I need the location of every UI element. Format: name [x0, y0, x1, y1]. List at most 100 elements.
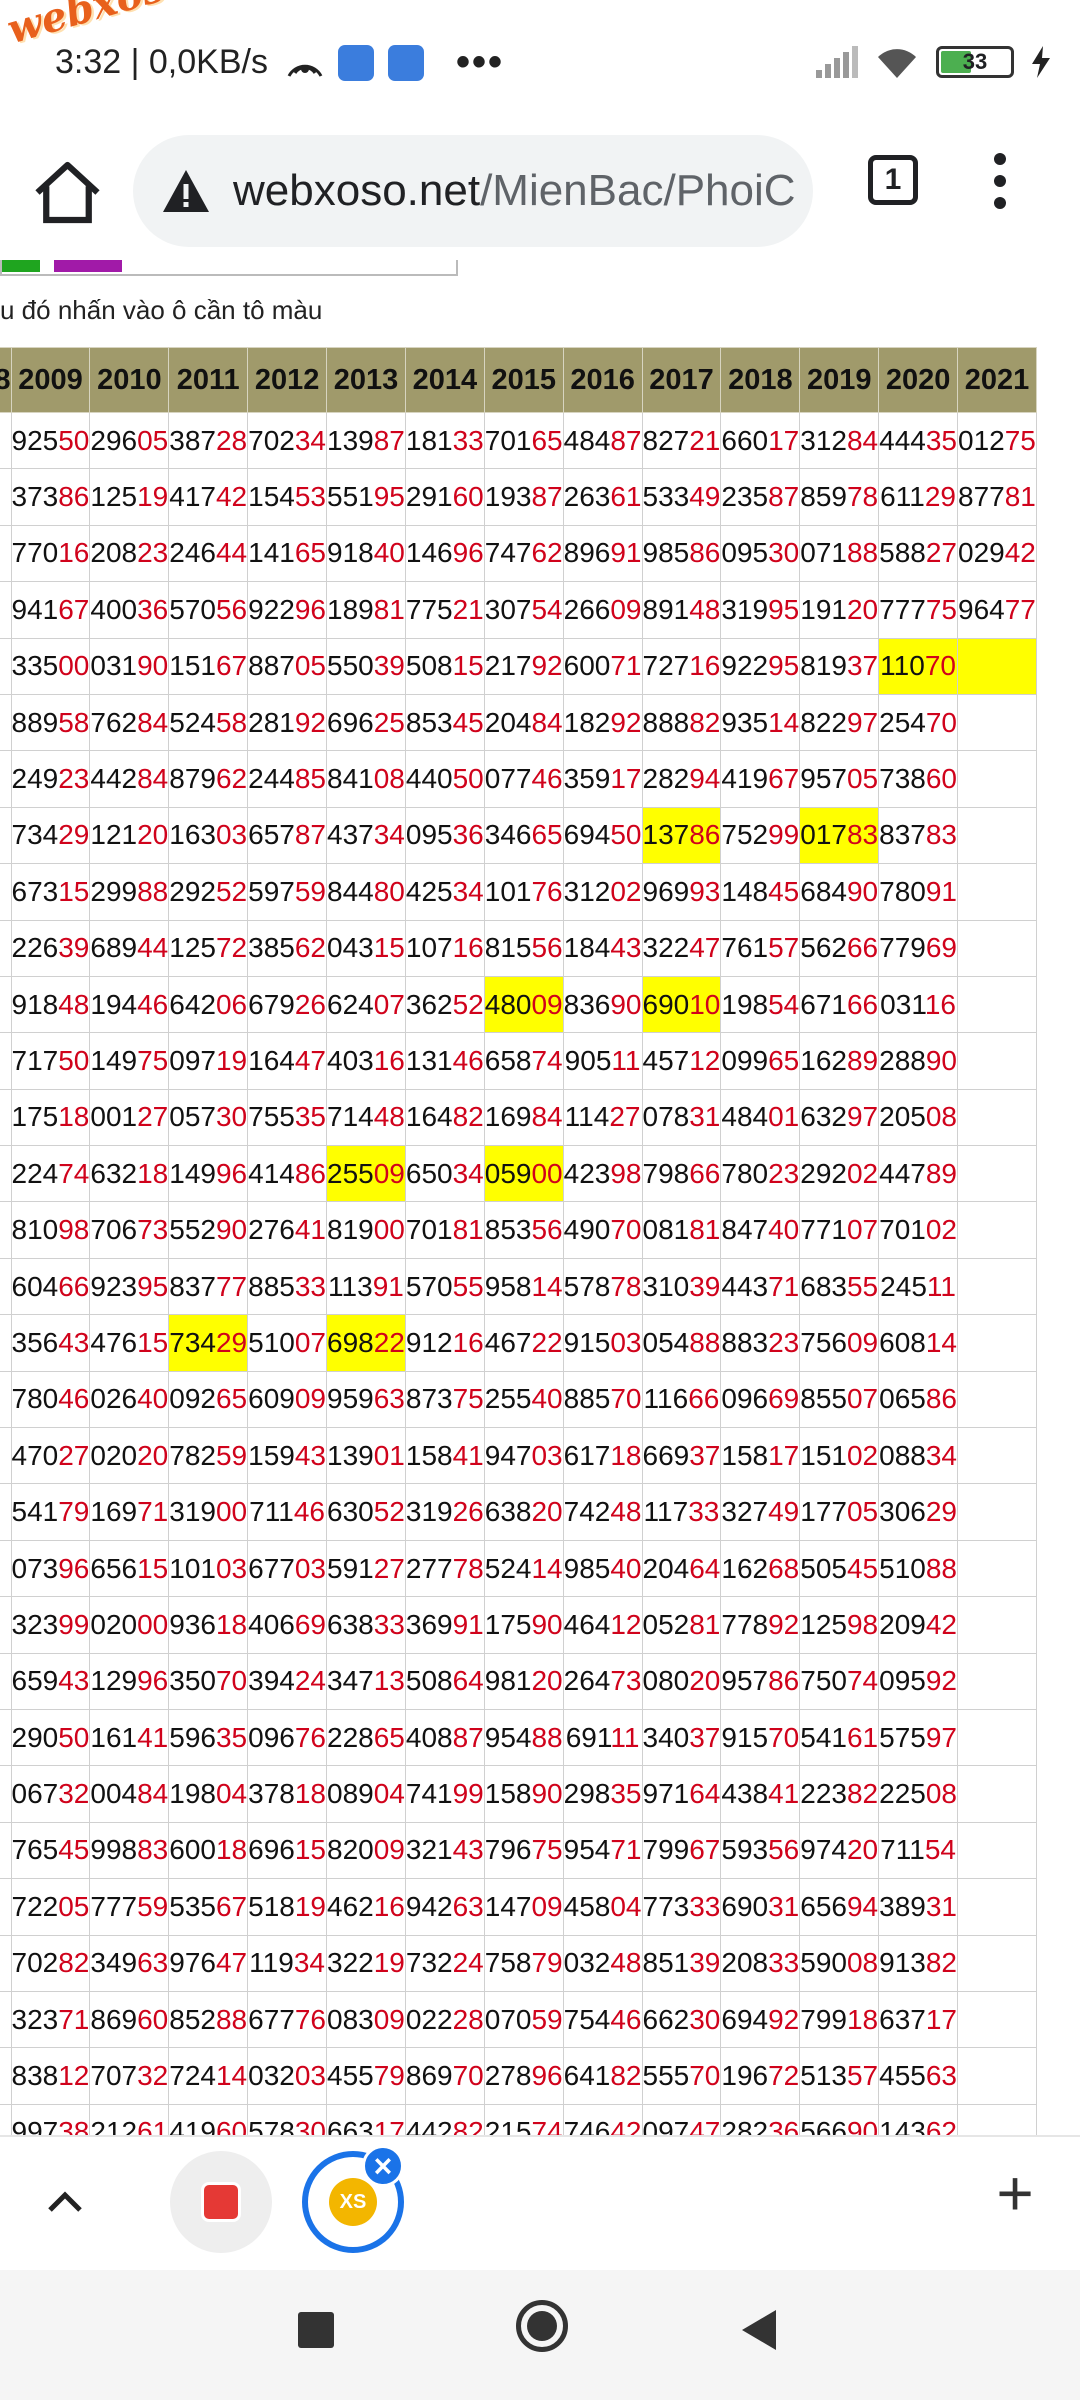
result-cell[interactable]: 59759 [247, 863, 328, 921]
result-cell[interactable]: 63052 [326, 1483, 406, 1541]
result-cell[interactable]: 98120 [483, 1652, 564, 1710]
result-cell[interactable]: 76157 [720, 919, 801, 977]
result-cell[interactable]: 82721 [641, 411, 722, 470]
result-cell[interactable]: 95786 [720, 1652, 801, 1710]
result-cell[interactable]: 12598 [799, 1596, 880, 1654]
result-cell[interactable]: 42534 [404, 863, 485, 921]
result-cell[interactable]: 57878 [562, 1257, 643, 1316]
result-cell[interactable]: 63 [0, 1596, 12, 1654]
result-cell[interactable]: 83783 [878, 806, 959, 865]
result-cell[interactable]: 15102 [799, 1427, 880, 1485]
result-cell[interactable]: 23587 [720, 468, 801, 526]
result-cell[interactable]: 16971 [89, 1483, 170, 1541]
result-cell[interactable] [957, 1821, 1037, 1880]
result-cell[interactable]: 14975 [89, 1032, 170, 1090]
result-cell[interactable]: 13 [0, 637, 12, 695]
result-cell[interactable]: 54179 [10, 1483, 91, 1541]
result-cell[interactable]: 48401 [720, 1088, 801, 1147]
result-cell[interactable]: 17518 [10, 1088, 91, 1147]
result-cell[interactable]: 13146 [404, 1032, 485, 1090]
result-cell[interactable]: 51007 [247, 1314, 328, 1372]
result-cell[interactable]: 87375 [404, 1370, 485, 1429]
result-cell[interactable]: 05730 [168, 1088, 249, 1147]
result-cell[interactable]: 07746 [483, 750, 564, 808]
result-cell[interactable]: 53567 [168, 1878, 249, 1936]
result-cell[interactable]: 29835 [562, 1765, 643, 1823]
address-bar[interactable]: webxoso.net/MienBac/PhoiC [133, 135, 813, 247]
result-cell[interactable]: 47 [0, 1088, 12, 1147]
result-cell[interactable]: 77107 [799, 1201, 880, 1259]
result-cell[interactable]: 26609 [562, 581, 643, 639]
result-cell[interactable]: 14165 [247, 524, 328, 583]
result-cell[interactable]: 78091 [878, 863, 959, 921]
result-cell[interactable]: 25509 [326, 1145, 406, 1203]
result-cell[interactable]: 32247 [641, 919, 722, 977]
result-cell[interactable]: 50864 [404, 1652, 485, 1710]
legend-swatch-green[interactable] [2, 260, 40, 272]
result-cell[interactable]: 91216 [404, 1314, 485, 1372]
result-cell[interactable]: 58 [0, 2103, 12, 2135]
result-cell[interactable]: 93618 [168, 1596, 249, 1654]
result-cell[interactable]: 68355 [799, 1257, 880, 1316]
result-cell[interactable]: 07188 [799, 524, 880, 583]
result-cell[interactable]: 60466 [10, 1257, 91, 1316]
result-cell[interactable]: 44371 [720, 1257, 801, 1316]
result-cell[interactable]: 29605 [89, 411, 170, 470]
result-cell[interactable]: 77759 [89, 1878, 170, 1936]
result-cell[interactable]: 45579 [326, 2047, 406, 2105]
result-cell[interactable]: 12 [0, 1934, 12, 1992]
result-cell[interactable]: 03116 [878, 975, 959, 1034]
result-cell[interactable]: 63717 [878, 1990, 959, 2049]
home-nav-icon[interactable] [516, 2300, 568, 2352]
result-cell[interactable]: 60814 [878, 1314, 959, 1372]
result-cell[interactable]: 32219 [326, 1934, 406, 1992]
result-cell[interactable]: 82009 [326, 1821, 406, 1880]
result-cell[interactable]: 73860 [878, 750, 959, 808]
result-cell[interactable]: 77892 [720, 1596, 801, 1654]
result-cell[interactable]: 61718 [562, 1427, 643, 1485]
result-cell[interactable]: 88882 [641, 693, 722, 752]
result-cell[interactable]: 44435 [878, 411, 959, 470]
result-cell[interactable]: 24511 [878, 1257, 959, 1316]
result-cell[interactable]: 90511 [562, 1032, 643, 1090]
result-cell[interactable]: 02020 [89, 1427, 170, 1485]
result-cell[interactable]: 83690 [562, 975, 643, 1034]
result-cell[interactable]: 68944 [89, 919, 170, 977]
result-cell[interactable]: 92295 [720, 637, 801, 695]
result-cell[interactable]: 28890 [878, 1032, 959, 1090]
result-cell[interactable]: 72 [0, 2047, 12, 2105]
result-cell[interactable]: 41967 [720, 750, 801, 808]
result-cell[interactable]: 75074 [799, 1652, 880, 1710]
result-cell[interactable]: 34 [0, 1878, 12, 1936]
result-cell[interactable]: 74642 [562, 2103, 643, 2135]
result-cell[interactable]: 69822 [326, 1314, 406, 1372]
result-cell[interactable]: 95963 [326, 1370, 406, 1429]
result-cell[interactable]: 41960 [168, 2103, 249, 2135]
result-cell[interactable]: 31284 [799, 411, 880, 470]
result-cell[interactable]: 83777 [168, 1257, 249, 1316]
home-icon[interactable] [30, 155, 105, 230]
result-cell[interactable]: 09719 [168, 1032, 249, 1090]
result-cell[interactable]: 36252 [404, 975, 485, 1034]
result-cell[interactable] [957, 1427, 1037, 1485]
result-cell[interactable]: 71154 [878, 1821, 959, 1880]
result-cell[interactable]: 16 [0, 468, 12, 526]
result-cell[interactable]: 83812 [10, 2047, 91, 2105]
result-cell[interactable]: 57056 [168, 581, 249, 639]
result-cell[interactable] [957, 1765, 1037, 1823]
result-cell[interactable]: 72 [0, 919, 12, 977]
result-cell[interactable]: 67166 [799, 975, 880, 1034]
result-cell[interactable]: 07396 [10, 1539, 91, 1598]
result-cell[interactable]: 15817 [720, 1427, 801, 1485]
result-cell[interactable]: 65615 [89, 1539, 170, 1598]
result-cell[interactable]: 61 [0, 975, 12, 1034]
result-cell[interactable]: 09265 [168, 1370, 249, 1429]
result-cell[interactable]: 94167 [10, 581, 91, 639]
result-cell[interactable]: 75879 [483, 1934, 564, 1992]
result-cell[interactable]: 65787 [247, 806, 328, 865]
result-cell[interactable]: 11733 [641, 1483, 722, 1541]
result-cell[interactable]: 85345 [404, 693, 485, 752]
result-cell[interactable]: 91382 [878, 1934, 959, 1992]
result-cell[interactable] [957, 1314, 1037, 1372]
result-cell[interactable]: 84108 [326, 750, 406, 808]
